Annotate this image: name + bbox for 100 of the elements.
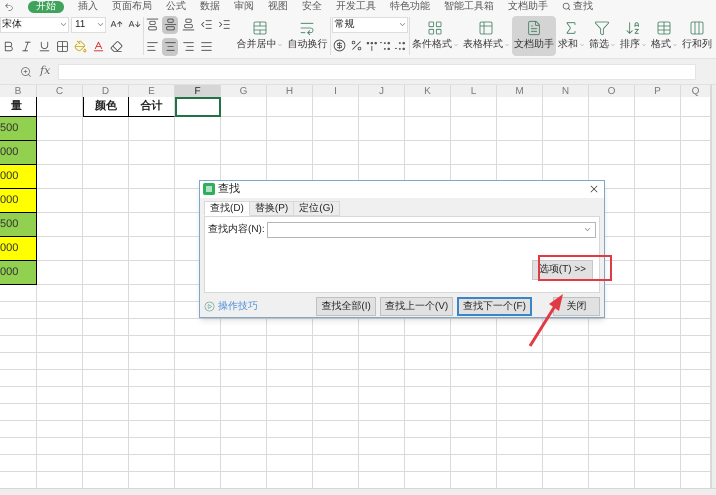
empty-cell: [497, 387, 543, 404]
empty-cell: [359, 404, 405, 421]
empty-cell: [589, 404, 635, 421]
dialog-tab[interactable]: 查找(D): [204, 200, 250, 216]
menu-tab[interactable]: 特色功能: [390, 0, 430, 12]
menu-tab[interactable]: 开发工具: [336, 0, 376, 12]
empty-cell: [221, 319, 267, 336]
empty-cell: [405, 455, 451, 472]
empty-cell: [635, 141, 681, 165]
empty-cell: [83, 353, 129, 370]
vertical-scrollbar[interactable]: [711, 85, 716, 488]
empty-cell: [497, 370, 543, 387]
empty-cell: [359, 336, 405, 353]
dialog-button[interactable]: 查找上一个(V): [380, 296, 454, 316]
number-format-field[interactable]: 常规: [332, 16, 408, 32]
menu-tab[interactable]: 视图: [268, 0, 288, 12]
menu-tab[interactable]: 公式: [166, 0, 186, 12]
column-header[interactable]: D: [83, 85, 129, 97]
empty-cell: [0, 302, 37, 319]
empty-cell: [221, 370, 267, 387]
horizontal-scrollbar[interactable]: [0, 488, 716, 495]
column-header[interactable]: M: [497, 85, 543, 97]
active-cell[interactable]: [175, 97, 221, 117]
menu-tab[interactable]: 安全: [302, 0, 322, 12]
column-header[interactable]: G: [221, 85, 267, 97]
align-center-icon[interactable]: [162, 38, 178, 56]
ribbon-button[interactable]: 自动换行: [285, 16, 330, 56]
empty-cell: [129, 319, 175, 336]
ribbon-button[interactable]: 格式: [648, 16, 680, 56]
empty-cell: [497, 438, 543, 455]
empty-cell: [221, 387, 267, 404]
dialog-tab[interactable]: 定位(G): [294, 200, 340, 216]
ribbon-button[interactable]: 行和列: [680, 16, 714, 56]
ribbon-button[interactable]: 表格样式: [460, 16, 512, 56]
column-header[interactable]: K: [405, 85, 451, 97]
empty-cell: [129, 455, 175, 472]
options-button[interactable]: 选项(T) >>: [532, 260, 593, 280]
menu-tab[interactable]: 审阅: [234, 0, 254, 12]
ribbon-button[interactable]: 合并居中: [234, 16, 286, 56]
column-header[interactable]: C: [37, 85, 83, 97]
empty-cell: [175, 336, 221, 353]
empty-cell: [267, 117, 313, 141]
dialog-button[interactable]: 查找下一个(F): [457, 296, 532, 316]
empty-cell: [37, 319, 83, 336]
empty-cell: [83, 141, 129, 165]
decrease-decimal-icon[interactable]: [394, 40, 408, 52]
table-cell: 000: [0, 141, 37, 165]
table-icon: [656, 20, 672, 36]
empty-cell: [83, 438, 129, 455]
menu-tab[interactable]: 数据: [200, 0, 220, 12]
column-header[interactable]: P: [635, 85, 681, 97]
ribbon-button[interactable]: 文档助手: [512, 16, 556, 56]
dialog-button[interactable]: 查找全部(I): [316, 296, 376, 316]
align-bottom-icon[interactable]: [180, 16, 196, 34]
find-input-field[interactable]: [266, 222, 596, 238]
empty-cell: [129, 404, 175, 421]
formula-input-field[interactable]: [58, 64, 696, 80]
empty-cell: [451, 455, 497, 472]
align-top-icon[interactable]: [144, 16, 160, 34]
dialog-tab[interactable]: 替换(P): [250, 200, 294, 216]
column-header[interactable]: F: [175, 85, 221, 97]
ribbon-button[interactable]: 排序: [618, 16, 649, 56]
column-header[interactable]: O: [589, 85, 635, 97]
column-header[interactable]: B: [0, 85, 37, 97]
empty-cell: [221, 455, 267, 472]
menu-tab[interactable]: 查找: [562, 0, 593, 12]
empty-cell: [83, 370, 129, 387]
empty-cell: [0, 336, 37, 353]
column-header[interactable]: N: [543, 85, 589, 97]
ribbon-button[interactable]: 条件格式: [410, 16, 461, 56]
currency-icon[interactable]: [332, 36, 348, 54]
font-field[interactable]: 宋体: [0, 16, 69, 32]
menu-tab[interactable]: 智能工具箱: [444, 0, 494, 12]
menu-tab[interactable]: 文档助手: [508, 0, 548, 12]
empty-cell: [0, 387, 37, 404]
dialog-button[interactable]: 关闭: [553, 296, 600, 316]
empty-cell: [0, 370, 37, 387]
menu-tab[interactable]: 插入: [78, 0, 98, 12]
empty-cell: [175, 455, 221, 472]
column-header[interactable]: H: [267, 85, 313, 97]
undo-icon: [4, 2, 14, 12]
align-middle-icon[interactable]: [162, 16, 178, 34]
empty-cell: [589, 387, 635, 404]
ribbon-button[interactable]: 求和: [556, 16, 587, 56]
table-cell: 000: [0, 237, 37, 261]
font-size-field[interactable]: 11: [70, 16, 106, 32]
thousands-icon[interactable]: [364, 40, 378, 52]
column-header[interactable]: L: [451, 85, 497, 97]
formula-label: fx: [40, 63, 50, 80]
empty-cell: [589, 97, 635, 117]
empty-cell: [543, 319, 589, 336]
empty-cell: [359, 370, 405, 387]
ribbon-button[interactable]: 筛选: [586, 16, 618, 56]
table-style-icon: [478, 20, 494, 36]
empty-cell: [543, 387, 589, 404]
empty-cell: [267, 319, 313, 336]
column-header[interactable]: I: [313, 85, 359, 97]
menu-tab[interactable]: 页面布局: [112, 0, 152, 12]
column-header[interactable]: J: [359, 85, 405, 97]
sort-icon: [625, 20, 642, 36]
